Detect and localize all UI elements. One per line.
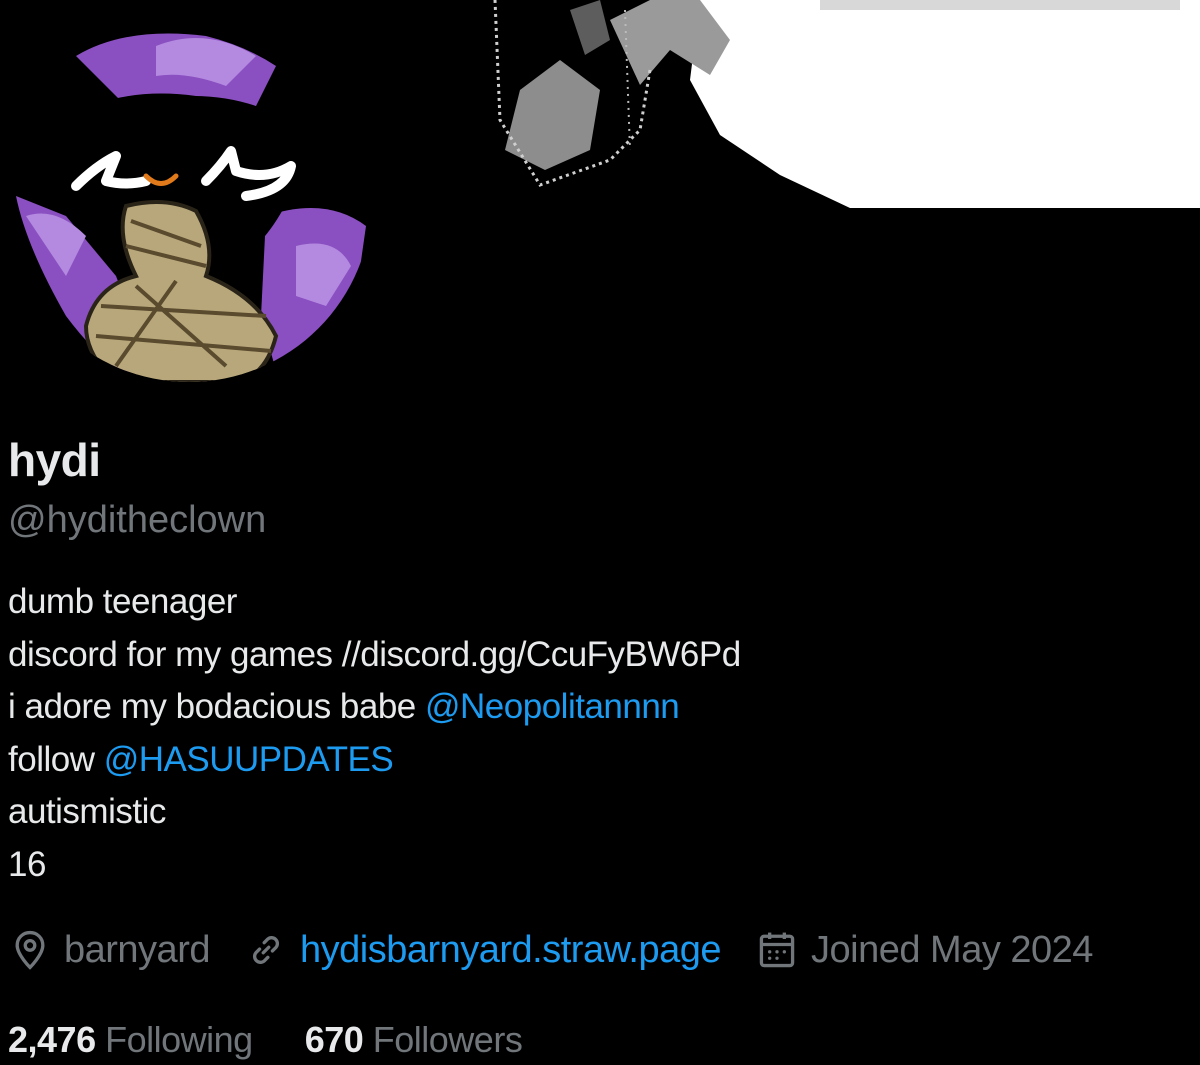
mention-hasuupdates[interactable]: @HASUUPDATES: [104, 740, 394, 779]
bio-line-3-text: i adore my bodacious babe: [8, 687, 425, 726]
following-label: Following: [105, 1019, 253, 1060]
profile-meta: barnyard hydisbarnyard.straw.page Joined…: [8, 928, 1127, 972]
followers-count: 670: [304, 1019, 364, 1060]
link-icon: [244, 928, 288, 972]
bio-line-1: dumb teenager: [8, 582, 237, 621]
location-text: barnyard: [64, 928, 210, 971]
clown-avatar-image: [6, 16, 372, 382]
profile-info: hydi @hyditheclown dumb teenager discord…: [8, 428, 1198, 891]
bio-line-4: follow @HASUUPDATES: [8, 734, 1198, 787]
bio-line-4-text: follow: [8, 739, 104, 779]
profile-bio: dumb teenager discord for my games //dis…: [8, 576, 1198, 891]
location-item: barnyard: [8, 928, 210, 972]
bio-line-6: 16: [8, 844, 46, 884]
follow-stats: 2,476 Following 670 Followers: [8, 1015, 574, 1065]
following-stat[interactable]: 2,476 Following: [8, 1015, 253, 1065]
joined-item: Joined May 2024: [755, 928, 1093, 972]
username-handle: @hyditheclown: [8, 499, 267, 541]
followers-label: Followers: [372, 1019, 523, 1060]
bio-line-5: autismistic: [8, 792, 166, 831]
profile-avatar[interactable]: [6, 16, 372, 382]
display-name: hydi: [8, 434, 101, 486]
website-item: hydisbarnyard.straw.page: [244, 928, 722, 972]
location-pin-icon: [8, 928, 52, 972]
following-count: 2,476: [8, 1019, 96, 1060]
joined-date: Joined May 2024: [811, 928, 1093, 971]
followers-stat[interactable]: 670 Followers: [305, 1015, 523, 1065]
bio-line-3: i adore my bodacious babe @Neopolitannnn: [8, 681, 1198, 734]
bio-line-2: discord for my games //discord.gg/CcuFyB…: [8, 634, 741, 674]
website-link[interactable]: hydisbarnyard.straw.page: [300, 929, 722, 972]
calendar-icon: [755, 928, 799, 972]
mention-neopolitannnn[interactable]: @Neopolitannnn: [425, 687, 680, 726]
